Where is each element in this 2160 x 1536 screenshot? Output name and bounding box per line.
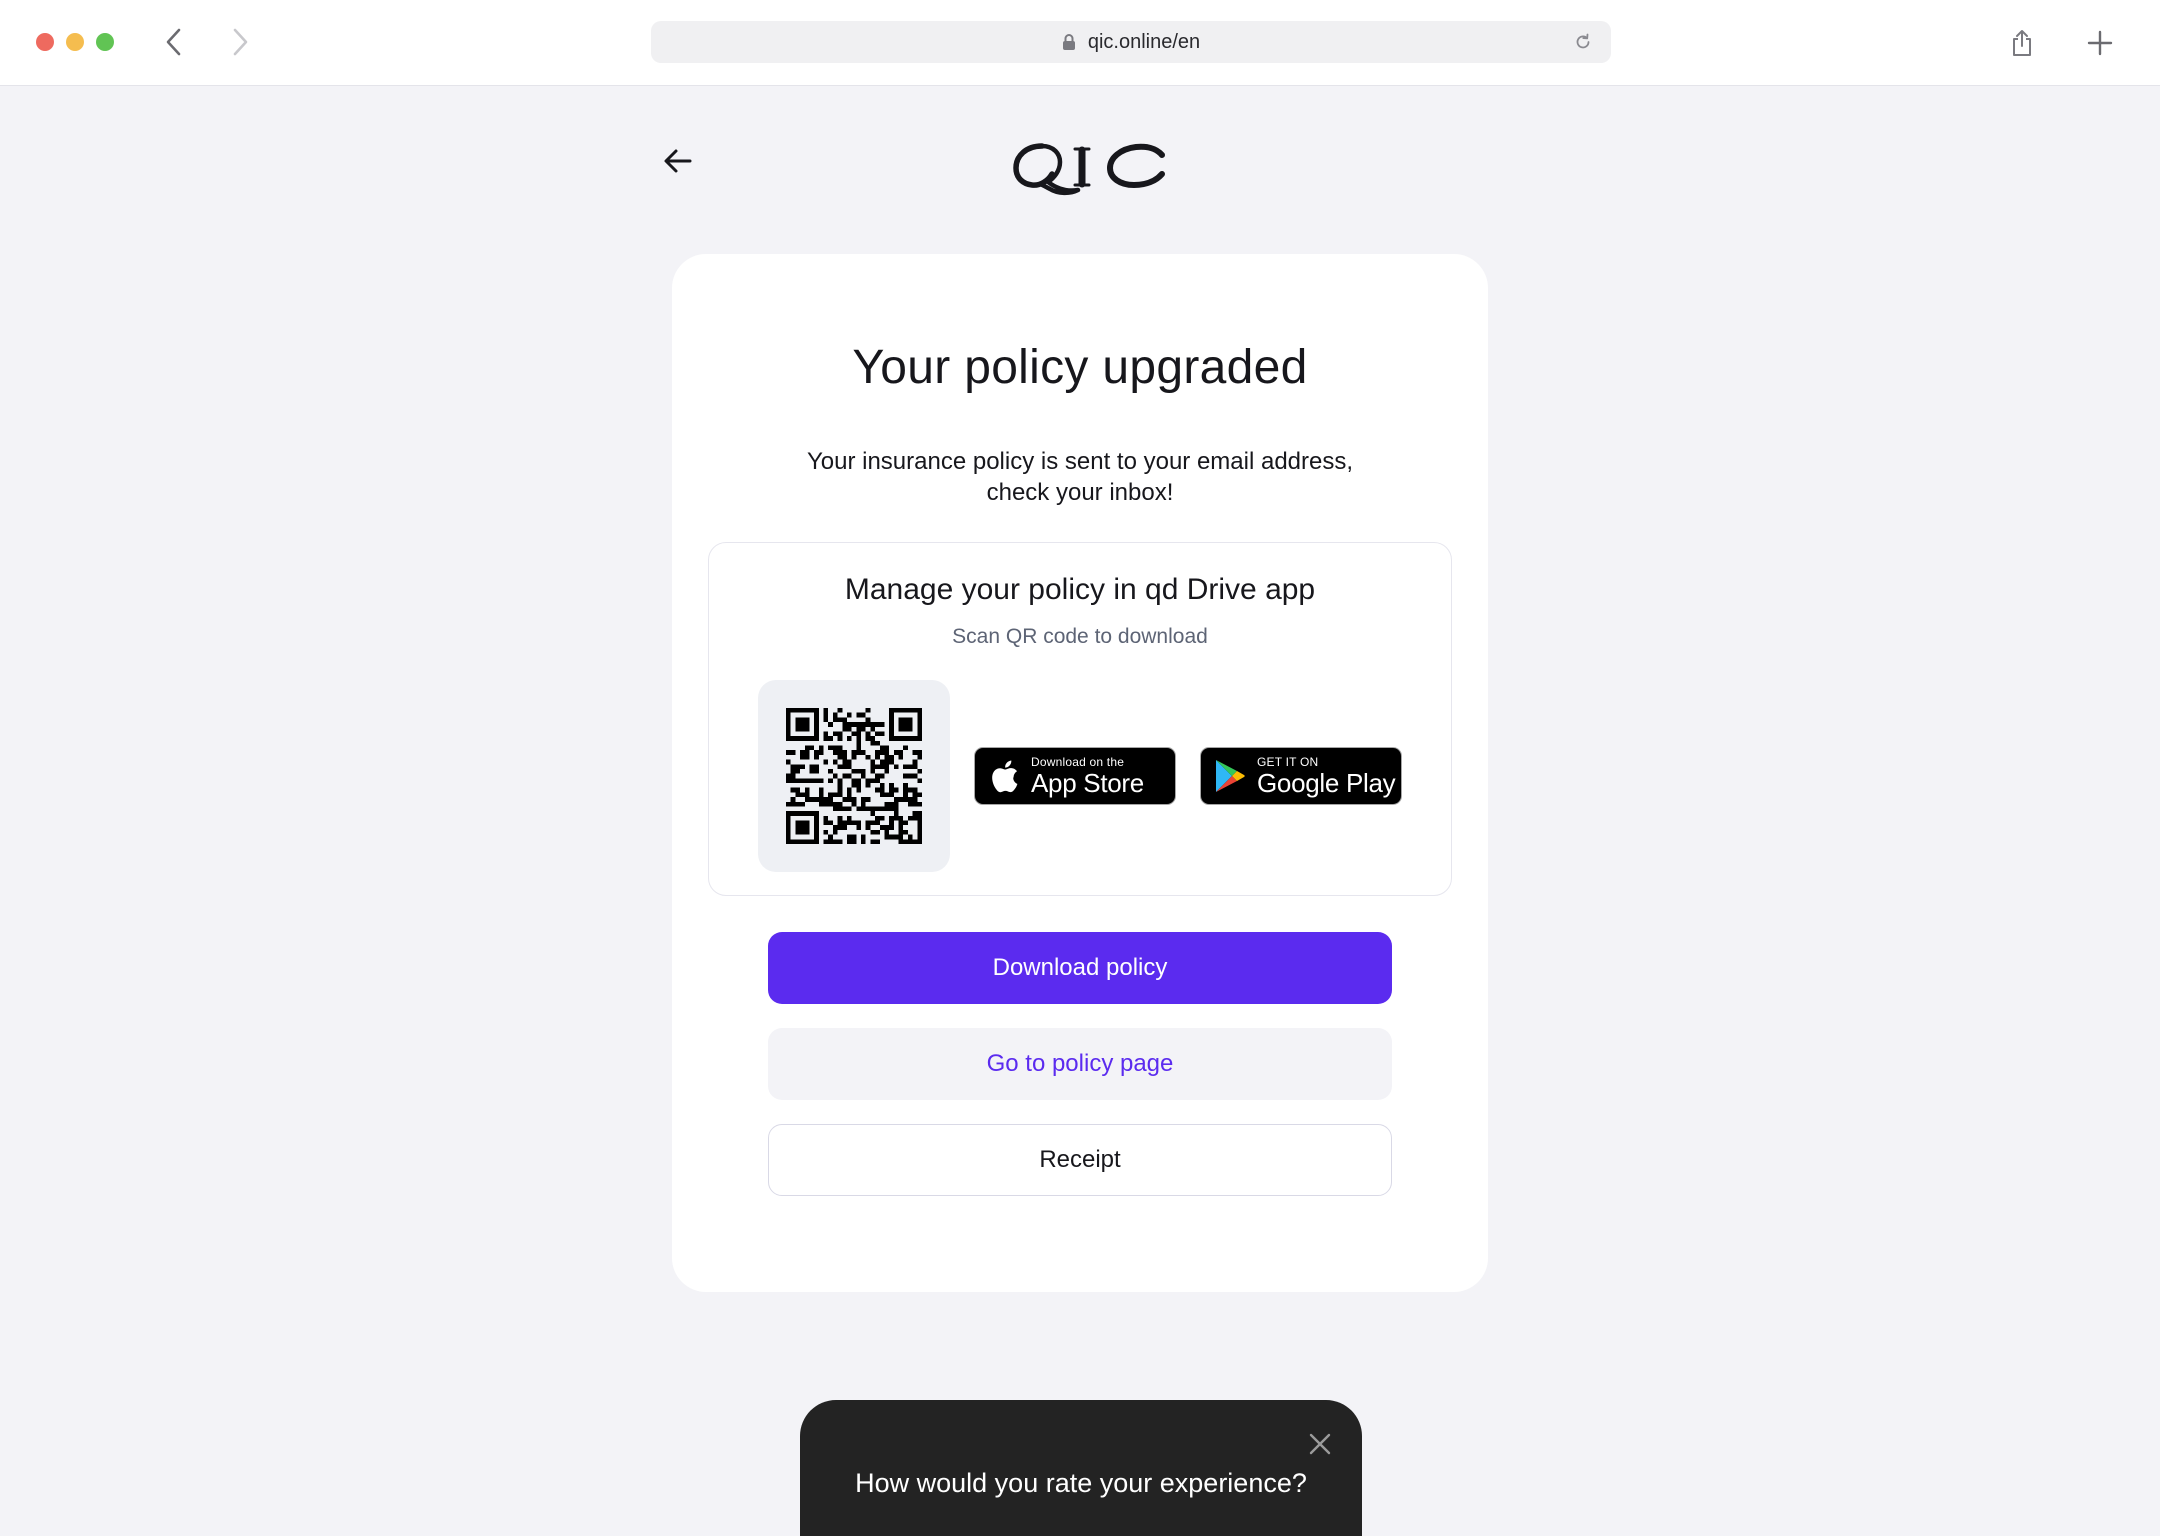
qr-code-image	[786, 708, 922, 844]
browser-back-button[interactable]	[154, 22, 194, 62]
maximize-window-button[interactable]	[96, 33, 114, 51]
google-play-badge-small-text: GET IT ON	[1257, 755, 1319, 769]
page-title: Your policy upgraded	[852, 341, 1308, 394]
download-policy-button[interactable]: Download policy	[768, 932, 1392, 1004]
apple-icon	[987, 759, 1021, 793]
arrow-left-icon	[664, 149, 692, 173]
receipt-button[interactable]: Receipt	[768, 1124, 1392, 1196]
chevron-right-icon	[233, 28, 248, 56]
qic-logo[interactable]	[1012, 138, 1168, 200]
share-icon[interactable]	[2003, 24, 2041, 62]
confirmation-message-line-1: Your insurance policy is sent to your em…	[806, 448, 1354, 475]
qr-code	[758, 680, 950, 872]
google-play-icon	[1213, 759, 1247, 793]
qic-logo-mark	[1013, 143, 1165, 196]
google-play-badge[interactable]: GET IT ON Google Play	[1200, 747, 1402, 805]
reload-icon[interactable]	[1573, 32, 1593, 52]
address-bar[interactable]: qic.online/en	[651, 21, 1611, 63]
rating-question: How would you rate your experience?	[855, 1468, 1307, 1498]
app-store-badge-small-text: Download on the	[1031, 755, 1125, 769]
google-play-badge-big-text: Google Play	[1257, 768, 1396, 798]
confirmation-message: Your insurance policy is sent to your em…	[760, 446, 1400, 508]
back-arrow-button[interactable]	[660, 143, 696, 179]
go-to-policy-page-button[interactable]: Go to policy page	[768, 1028, 1392, 1100]
url-text: qic.online/en	[1087, 30, 1201, 53]
minimize-window-button[interactable]	[66, 33, 84, 51]
close-window-button[interactable]	[36, 33, 54, 51]
app-store-badge-big-text: App Store	[1031, 768, 1144, 798]
browser-forward-button[interactable]	[220, 22, 260, 62]
close-icon	[1309, 1433, 1331, 1455]
new-tab-icon[interactable]	[2081, 24, 2119, 62]
close-rating-button[interactable]	[1304, 1428, 1336, 1460]
app-store-badge[interactable]: Download on the App Store	[974, 747, 1176, 805]
chevron-left-icon	[166, 28, 181, 56]
lock-icon	[1062, 33, 1076, 51]
app-promo-title: Manage your policy in qd Drive app	[844, 573, 1316, 606]
browser-toolbar: qic.online/en	[0, 0, 2160, 86]
confirmation-message-line-2: check your inbox!	[986, 479, 1174, 506]
app-promo-subtitle: Scan QR code to download	[952, 625, 1208, 648]
